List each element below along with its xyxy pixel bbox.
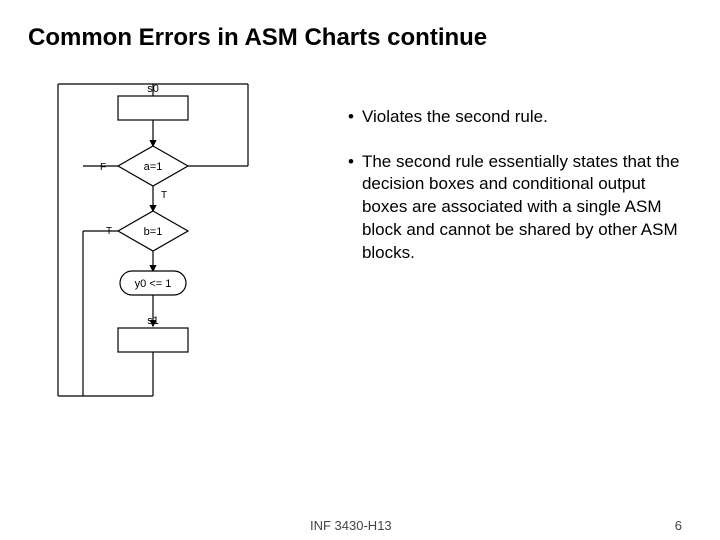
text-column: • Violates the second rule. • The second… <box>348 76 692 421</box>
bullet-dot-icon: • <box>348 151 354 266</box>
asm-svg: s0 a=1 <box>28 76 288 416</box>
decision-a-text: a=1 <box>144 161 163 173</box>
slide: Common Errors in ASM Charts continue s0 <box>0 0 720 540</box>
cond-output-text: y0 <= 1 <box>135 278 172 290</box>
bullet-2: • The second rule essentially states tha… <box>348 151 692 266</box>
footer-course: INF 3430-H13 <box>310 518 392 533</box>
state-s1-label: s1 <box>147 315 159 327</box>
a-true-label: T <box>161 190 167 201</box>
asm-diagram: s0 a=1 <box>28 76 328 421</box>
decision-b-text: b=1 <box>144 226 163 238</box>
state-s1-box <box>118 328 188 352</box>
bullet-1-text: Violates the second rule. <box>362 106 548 129</box>
slide-title: Common Errors in ASM Charts continue <box>28 24 692 52</box>
bullet-1: • Violates the second rule. <box>348 106 692 129</box>
bullet-2-text: The second rule essentially states that … <box>362 151 692 266</box>
state-s0-box <box>118 96 188 120</box>
footer-page-number: 6 <box>675 518 682 533</box>
a-false-label: F <box>100 162 106 173</box>
diagram-column: s0 a=1 <box>28 76 328 421</box>
content-row: s0 a=1 <box>28 76 692 421</box>
bullet-dot-icon: • <box>348 106 354 129</box>
